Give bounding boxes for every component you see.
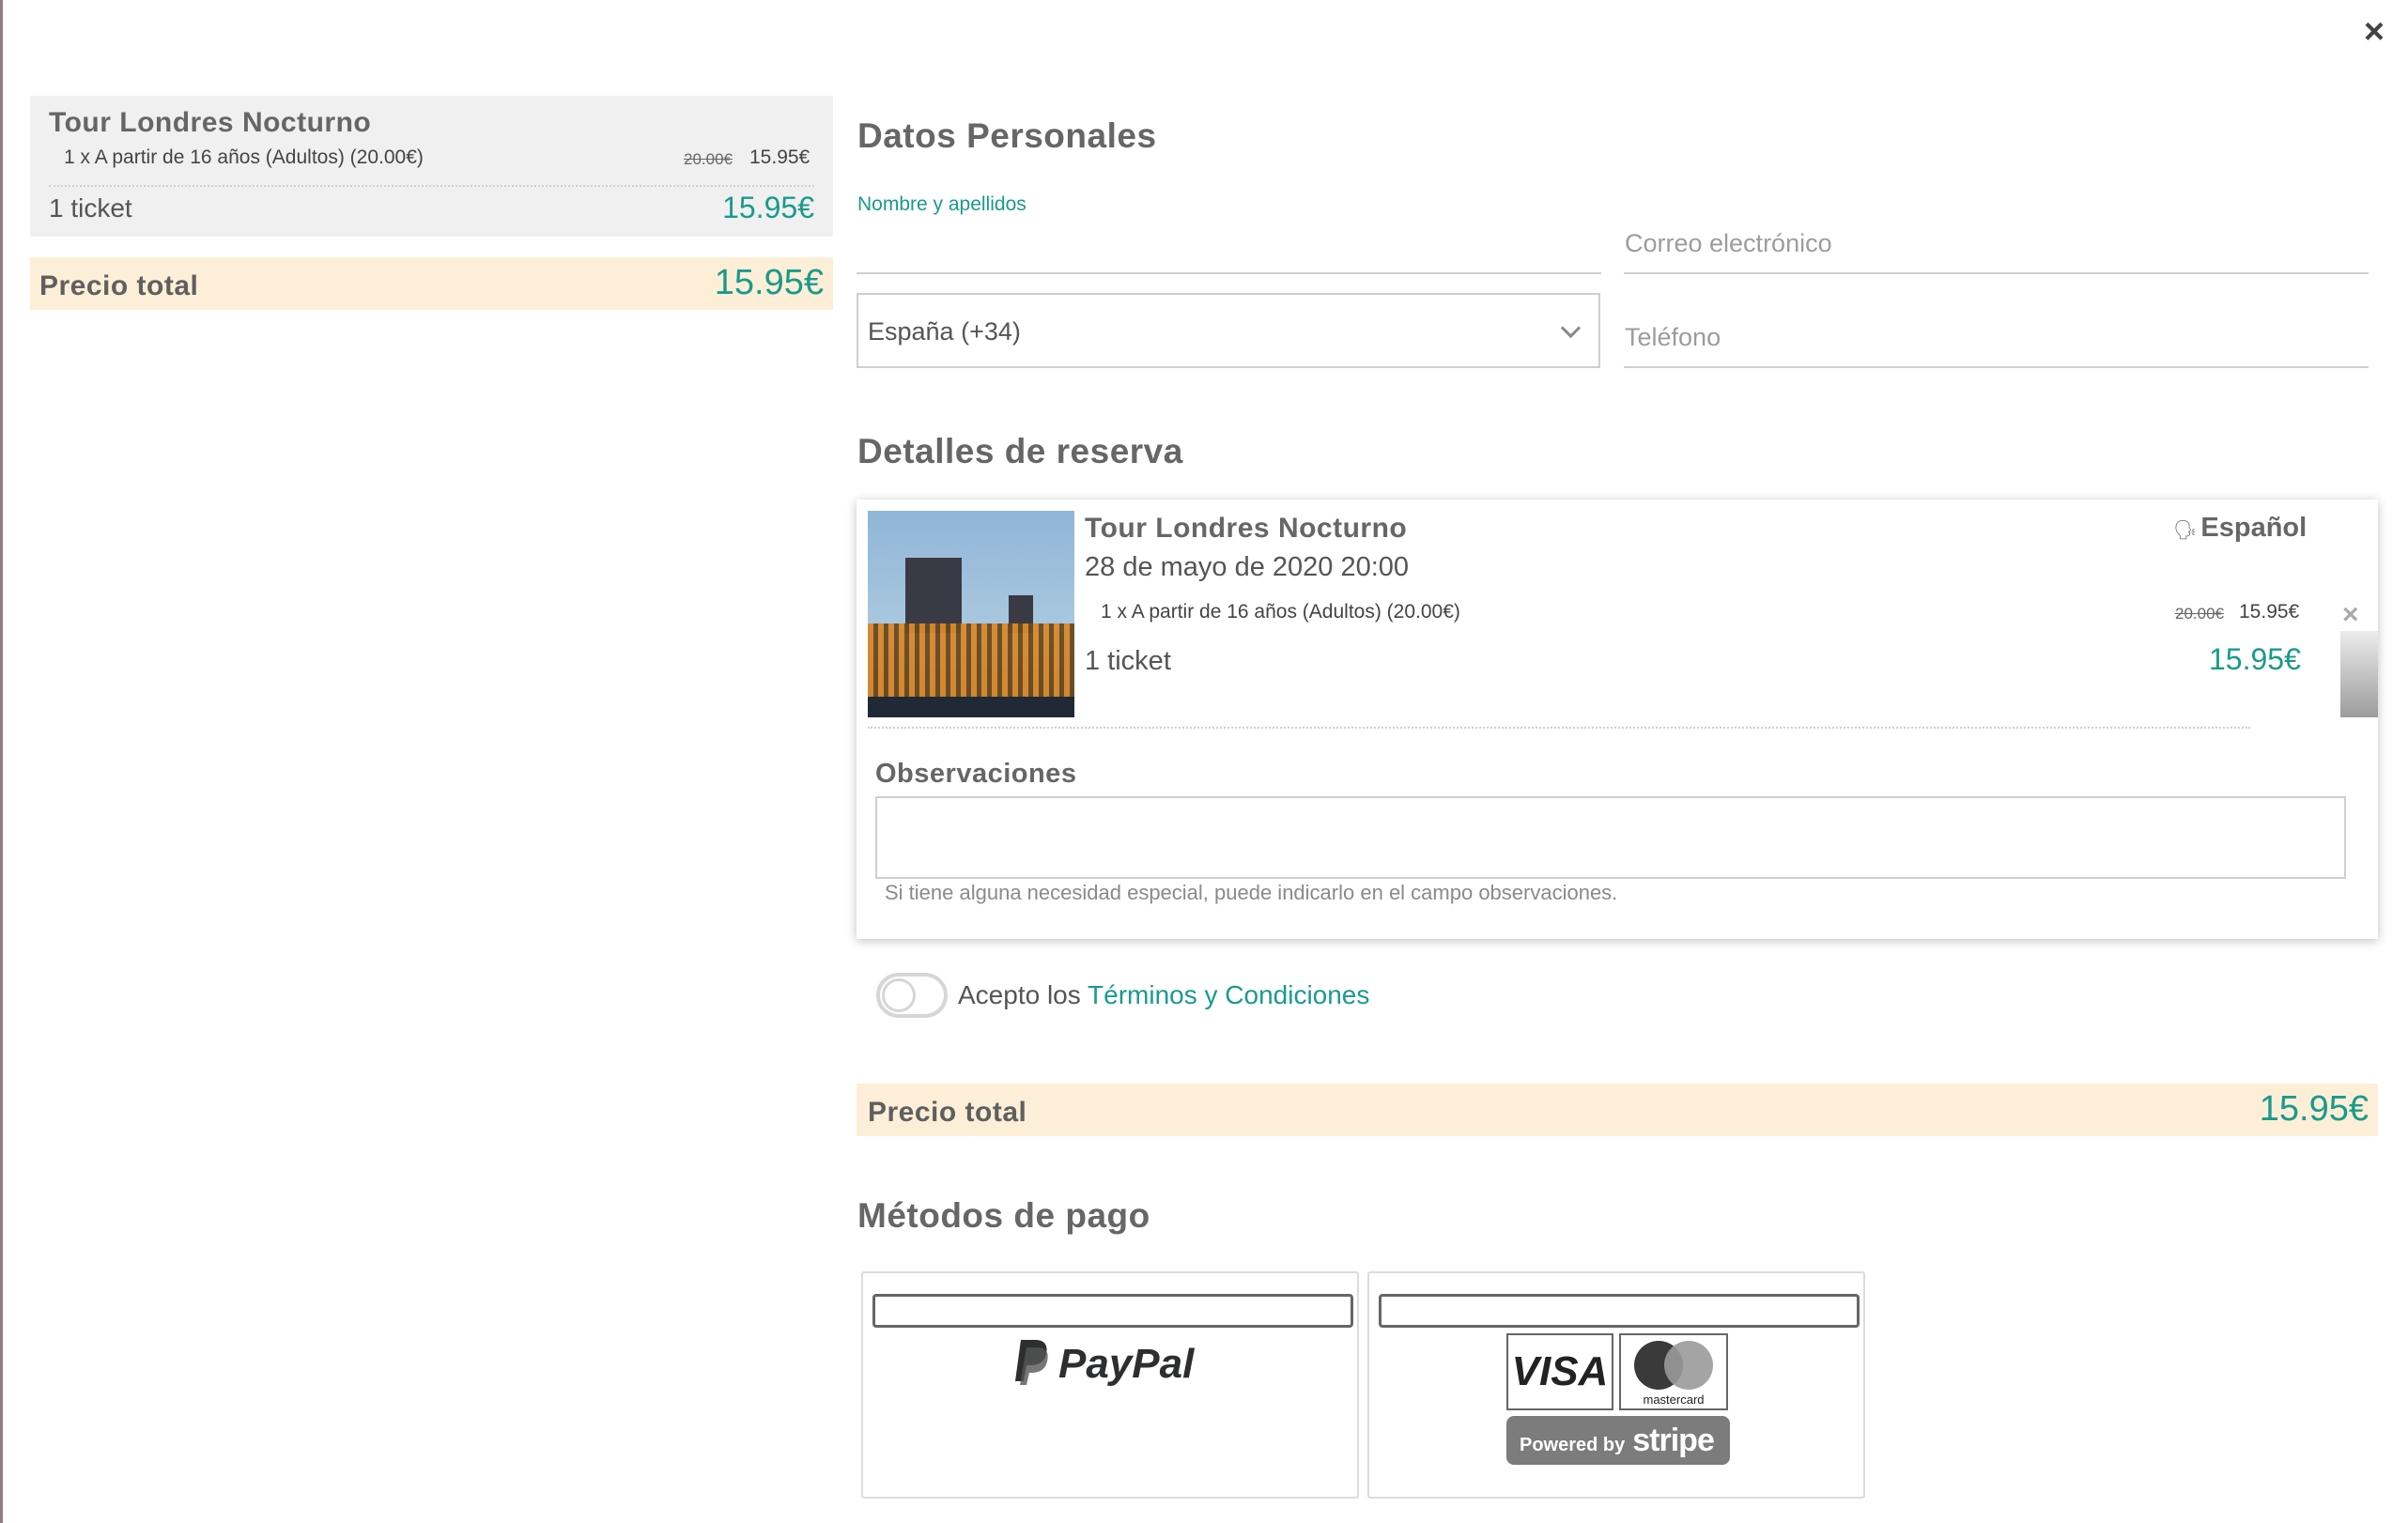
- close-icon[interactable]: ×: [2357, 13, 2391, 51]
- booking-date: 28 de mayo de 2020 20:00: [1085, 552, 1410, 582]
- observations-label: Observaciones: [875, 759, 1077, 789]
- card-option[interactable]: VISA mastercard Powered by stripe: [1367, 1271, 1865, 1499]
- image-building-lights: [868, 623, 1074, 699]
- toggle-knob: [882, 978, 916, 1012]
- window-edge: [0, 0, 3, 1523]
- remove-booking-icon[interactable]: ×: [2342, 599, 2359, 631]
- chevron-down-icon: [1560, 317, 1582, 339]
- total-price: 15.95€: [2259, 1089, 2369, 1129]
- personal-data-title: Datos Personales: [857, 116, 1157, 155]
- country-code-select[interactable]: España (+34): [857, 293, 1600, 368]
- terms-toggle[interactable]: [876, 973, 948, 1018]
- tour-image: [868, 511, 1074, 717]
- total-bar: Precio total 15.95€: [857, 1084, 2378, 1136]
- summary-divider: [49, 185, 814, 187]
- stripe-name: stripe: [1632, 1423, 1715, 1458]
- terms-text: Acepto los Términos y Condiciones: [958, 980, 1369, 1010]
- summary-total-label: Precio total: [39, 270, 199, 301]
- terms-prefix: Acepto los: [958, 980, 1081, 1009]
- booking-details-title: Detalles de reserva: [857, 432, 1183, 470]
- mastercard-circle-right: [1664, 1341, 1713, 1390]
- booking-scrollbar[interactable]: [2340, 631, 2378, 717]
- summary-ticket-line: 1 x A partir de 16 años (Adultos) (20.00…: [64, 146, 424, 168]
- booking-language-label: Español: [2200, 513, 2308, 543]
- mastercard-label: mastercard: [1643, 1392, 1705, 1407]
- paypal-radio[interactable]: [872, 1294, 1353, 1328]
- mastercard-logo: mastercard: [1619, 1333, 1728, 1410]
- booking-ticket-price: 15.95€: [2209, 642, 2301, 676]
- language-icon: 🗣: [2173, 520, 2198, 541]
- card-radio[interactable]: [1379, 1294, 1860, 1328]
- booking-old-price: 20.00€: [2175, 605, 2224, 623]
- stripe-badge: Powered by stripe: [1506, 1416, 1730, 1465]
- booking-new-price: 15.95€: [2239, 601, 2300, 623]
- paypal-icon: [1015, 1340, 1048, 1386]
- stripe-prefix: Powered by: [1520, 1435, 1626, 1455]
- cart-summary: Tour Londres Nocturno 1 x A partir de 16…: [30, 96, 833, 237]
- summary-total-price: 15.95€: [714, 263, 824, 302]
- summary-total-bar: Precio total 15.95€: [30, 257, 833, 310]
- booking-divider: [868, 727, 2250, 729]
- booking-tour-title: Tour Londres Nocturno: [1085, 513, 1408, 544]
- booking-ticket-count: 1 ticket: [1085, 646, 1171, 676]
- country-code-value: España (+34): [868, 317, 1021, 346]
- booking-ticket-line: 1 x A partir de 16 años (Adultos) (20.00…: [1101, 601, 1460, 623]
- paypal-logo: PayPal: [1013, 1340, 1195, 1392]
- email-field[interactable]: [1624, 222, 2369, 274]
- image-tower: [905, 558, 962, 633]
- observations-input[interactable]: [875, 796, 2346, 879]
- booking-card: Tour Londres Nocturno 28 de mayo de 2020…: [857, 500, 2378, 939]
- phone-field[interactable]: [1624, 315, 2369, 368]
- terms-link[interactable]: Términos y Condiciones: [1088, 980, 1369, 1009]
- paypal-option[interactable]: PayPal: [861, 1271, 1359, 1499]
- summary-ticket-count: 1 ticket: [49, 193, 132, 223]
- payment-methods-title: Métodos de pago: [857, 1196, 1150, 1235]
- image-river: [868, 697, 1074, 717]
- booking-language: 🗣 Español: [2173, 513, 2307, 544]
- paypal-label: PayPal: [1058, 1341, 1195, 1387]
- total-label: Precio total: [868, 1097, 1027, 1128]
- visa-logo: VISA: [1506, 1333, 1613, 1410]
- summary-tour-title: Tour Londres Nocturno: [49, 107, 372, 138]
- observations-help-text: Si tiene alguna necesidad especial, pued…: [885, 881, 1618, 904]
- summary-old-price: 20.00€: [684, 150, 733, 168]
- summary-ticket-price: 15.95€: [722, 191, 814, 224]
- name-field[interactable]: [857, 222, 1601, 274]
- summary-new-price: 15.95€: [749, 146, 810, 168]
- name-field-label: Nombre y apellidos: [857, 193, 1026, 215]
